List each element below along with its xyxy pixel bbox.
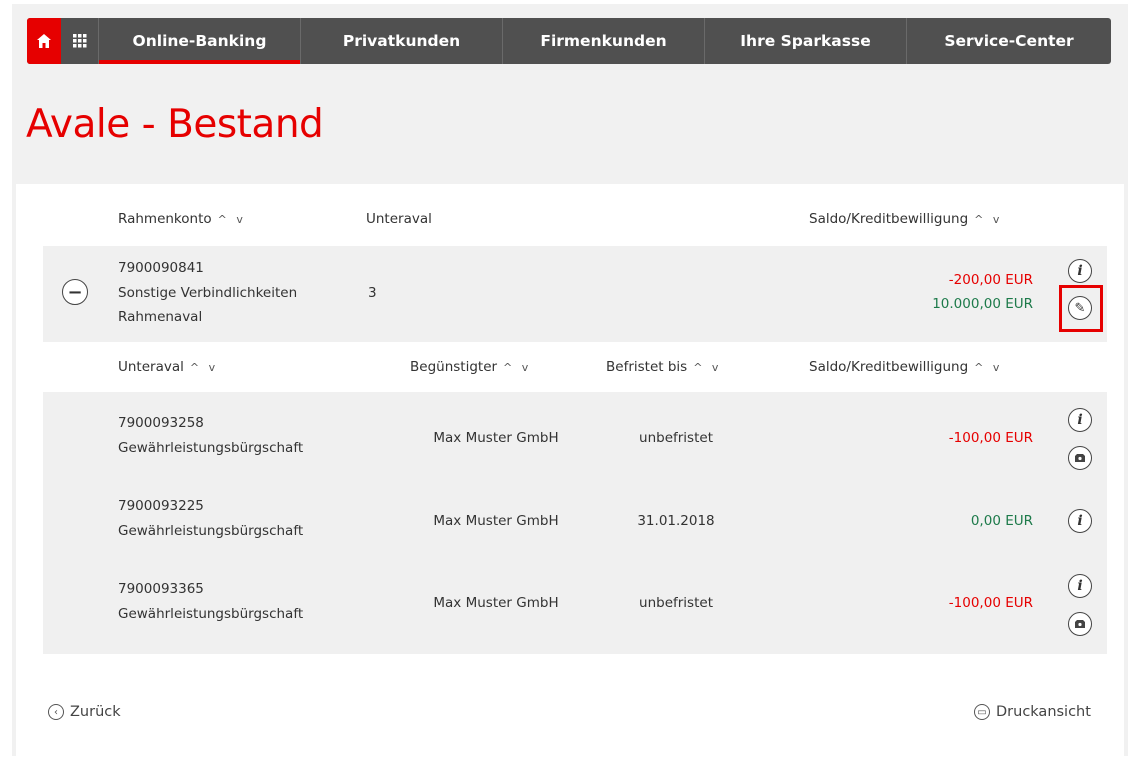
edit-button[interactable]: ✎ <box>1068 296 1092 320</box>
rahmenaval-subtype: Rahmenaval <box>118 309 203 325</box>
main-navigation: Online-Banking Privatkunden Firmenkunden… <box>27 18 1111 64</box>
unteraval-count: 3 <box>368 285 377 301</box>
content-panel: Rahmenkonto ^ v Unteraval Saldo/Kreditbe… <box>16 184 1124 756</box>
sort-unteraval[interactable]: ^ v <box>190 361 218 374</box>
header-unteraval: Unteraval <box>366 211 432 227</box>
home-button[interactable] <box>27 18 61 64</box>
info-button[interactable]: i <box>1068 574 1092 598</box>
page-title: Avale - Bestand <box>26 102 324 147</box>
subheader-unteraval-label: Unteraval <box>118 359 184 375</box>
minus-icon: − <box>67 281 83 303</box>
sub-row-amount: 0,00 EUR <box>970 513 1033 529</box>
back-label: Zurück <box>70 704 121 720</box>
rahmenaval-account: 7900090841 <box>118 260 204 276</box>
nav-service-center[interactable]: Service-Center <box>907 18 1111 64</box>
header-unteraval-label: Unteraval <box>366 211 432 227</box>
nav-online-banking[interactable]: Online-Banking <box>99 18 301 64</box>
nav-ihre-sparkasse[interactable]: Ihre Sparkasse <box>705 18 907 64</box>
rahmenaval-saldo: -200,00 EUR <box>948 272 1033 288</box>
nav-firmenkunden[interactable]: Firmenkunden <box>503 18 705 64</box>
pencil-icon: ✎ <box>1074 300 1086 316</box>
printer-icon: ▭ <box>974 704 990 720</box>
sort-befristet[interactable]: ^ v <box>693 361 721 374</box>
sub-row-amount: -100,00 EUR <box>948 595 1033 611</box>
sub-row-type: Gewährleistungsbürgschaft <box>118 440 304 456</box>
document-button[interactable] <box>1068 446 1092 470</box>
nav-privatkunden[interactable]: Privatkunden <box>301 18 503 64</box>
info-button[interactable]: i <box>1068 509 1092 533</box>
header-rahmenkonto-label: Rahmenkonto <box>118 211 212 227</box>
sub-row-type: Gewährleistungsbürgschaft <box>118 523 304 539</box>
subheader-saldo: Saldo/Kreditbewilligung ^ v <box>809 359 1002 375</box>
chevron-left-icon: ‹ <box>48 704 64 720</box>
document-icon <box>1075 620 1085 628</box>
page: Online-Banking Privatkunden Firmenkunden… <box>12 4 1128 756</box>
sub-row-account: 7900093225 <box>118 498 204 514</box>
sub-row-account: 7900093258 <box>118 415 204 431</box>
info-icon: i <box>1077 263 1083 279</box>
document-icon <box>1075 454 1085 462</box>
subheader-saldo-label: Saldo/Kreditbewilligung <box>809 359 969 375</box>
sort-subsaldo[interactable]: ^ v <box>974 361 1002 374</box>
info-icon: i <box>1077 513 1083 529</box>
subheader-beguenstigter-label: Begünstigter <box>410 359 498 375</box>
info-icon: i <box>1077 412 1083 428</box>
sub-row-until: unbefristet <box>639 595 713 611</box>
print-label: Druckansicht <box>996 704 1091 720</box>
collapse-button[interactable]: − <box>62 279 88 305</box>
sort-rahmenkonto[interactable]: ^ v <box>218 213 246 226</box>
sort-beguenstigter[interactable]: ^ v <box>503 361 531 374</box>
back-link[interactable]: ‹ Zurück <box>48 704 121 720</box>
sub-row-beneficiary: Max Muster GmbH <box>433 430 559 446</box>
sub-row-account: 7900093365 <box>118 581 204 597</box>
subheader-befristet-label: Befristet bis <box>606 359 688 375</box>
subheader-beguenstigter: Begünstigter ^ v <box>410 359 531 375</box>
info-button[interactable]: i <box>1068 408 1092 432</box>
home-icon <box>37 34 51 48</box>
sub-row-beneficiary: Max Muster GmbH <box>433 513 559 529</box>
header-saldo-label: Saldo/Kreditbewilligung <box>809 211 969 227</box>
rahmenaval-type: Sonstige Verbindlichkeiten <box>118 285 298 301</box>
sub-row-type: Gewährleistungsbürgschaft <box>118 606 304 622</box>
print-link[interactable]: ▭ Druckansicht <box>974 704 1091 720</box>
info-button-main[interactable]: i <box>1068 259 1092 283</box>
apps-button[interactable] <box>61 18 99 64</box>
sub-row-until: unbefristet <box>639 430 713 446</box>
sort-saldo[interactable]: ^ v <box>974 213 1002 226</box>
rahmenaval-kredit: 10.000,00 EUR <box>932 296 1033 312</box>
sub-row-until: 31.01.2018 <box>637 513 715 529</box>
subheader-unteraval: Unteraval ^ v <box>118 359 218 375</box>
grid-icon <box>72 34 86 48</box>
header-rahmenkonto: Rahmenkonto ^ v <box>118 211 246 227</box>
sub-row-beneficiary: Max Muster GmbH <box>433 595 559 611</box>
subheader-befristet: Befristet bis ^ v <box>606 359 721 375</box>
info-icon: i <box>1077 578 1083 594</box>
sub-row-amount: -100,00 EUR <box>948 430 1033 446</box>
document-button[interactable] <box>1068 612 1092 636</box>
header-saldo: Saldo/Kreditbewilligung ^ v <box>809 211 1002 227</box>
